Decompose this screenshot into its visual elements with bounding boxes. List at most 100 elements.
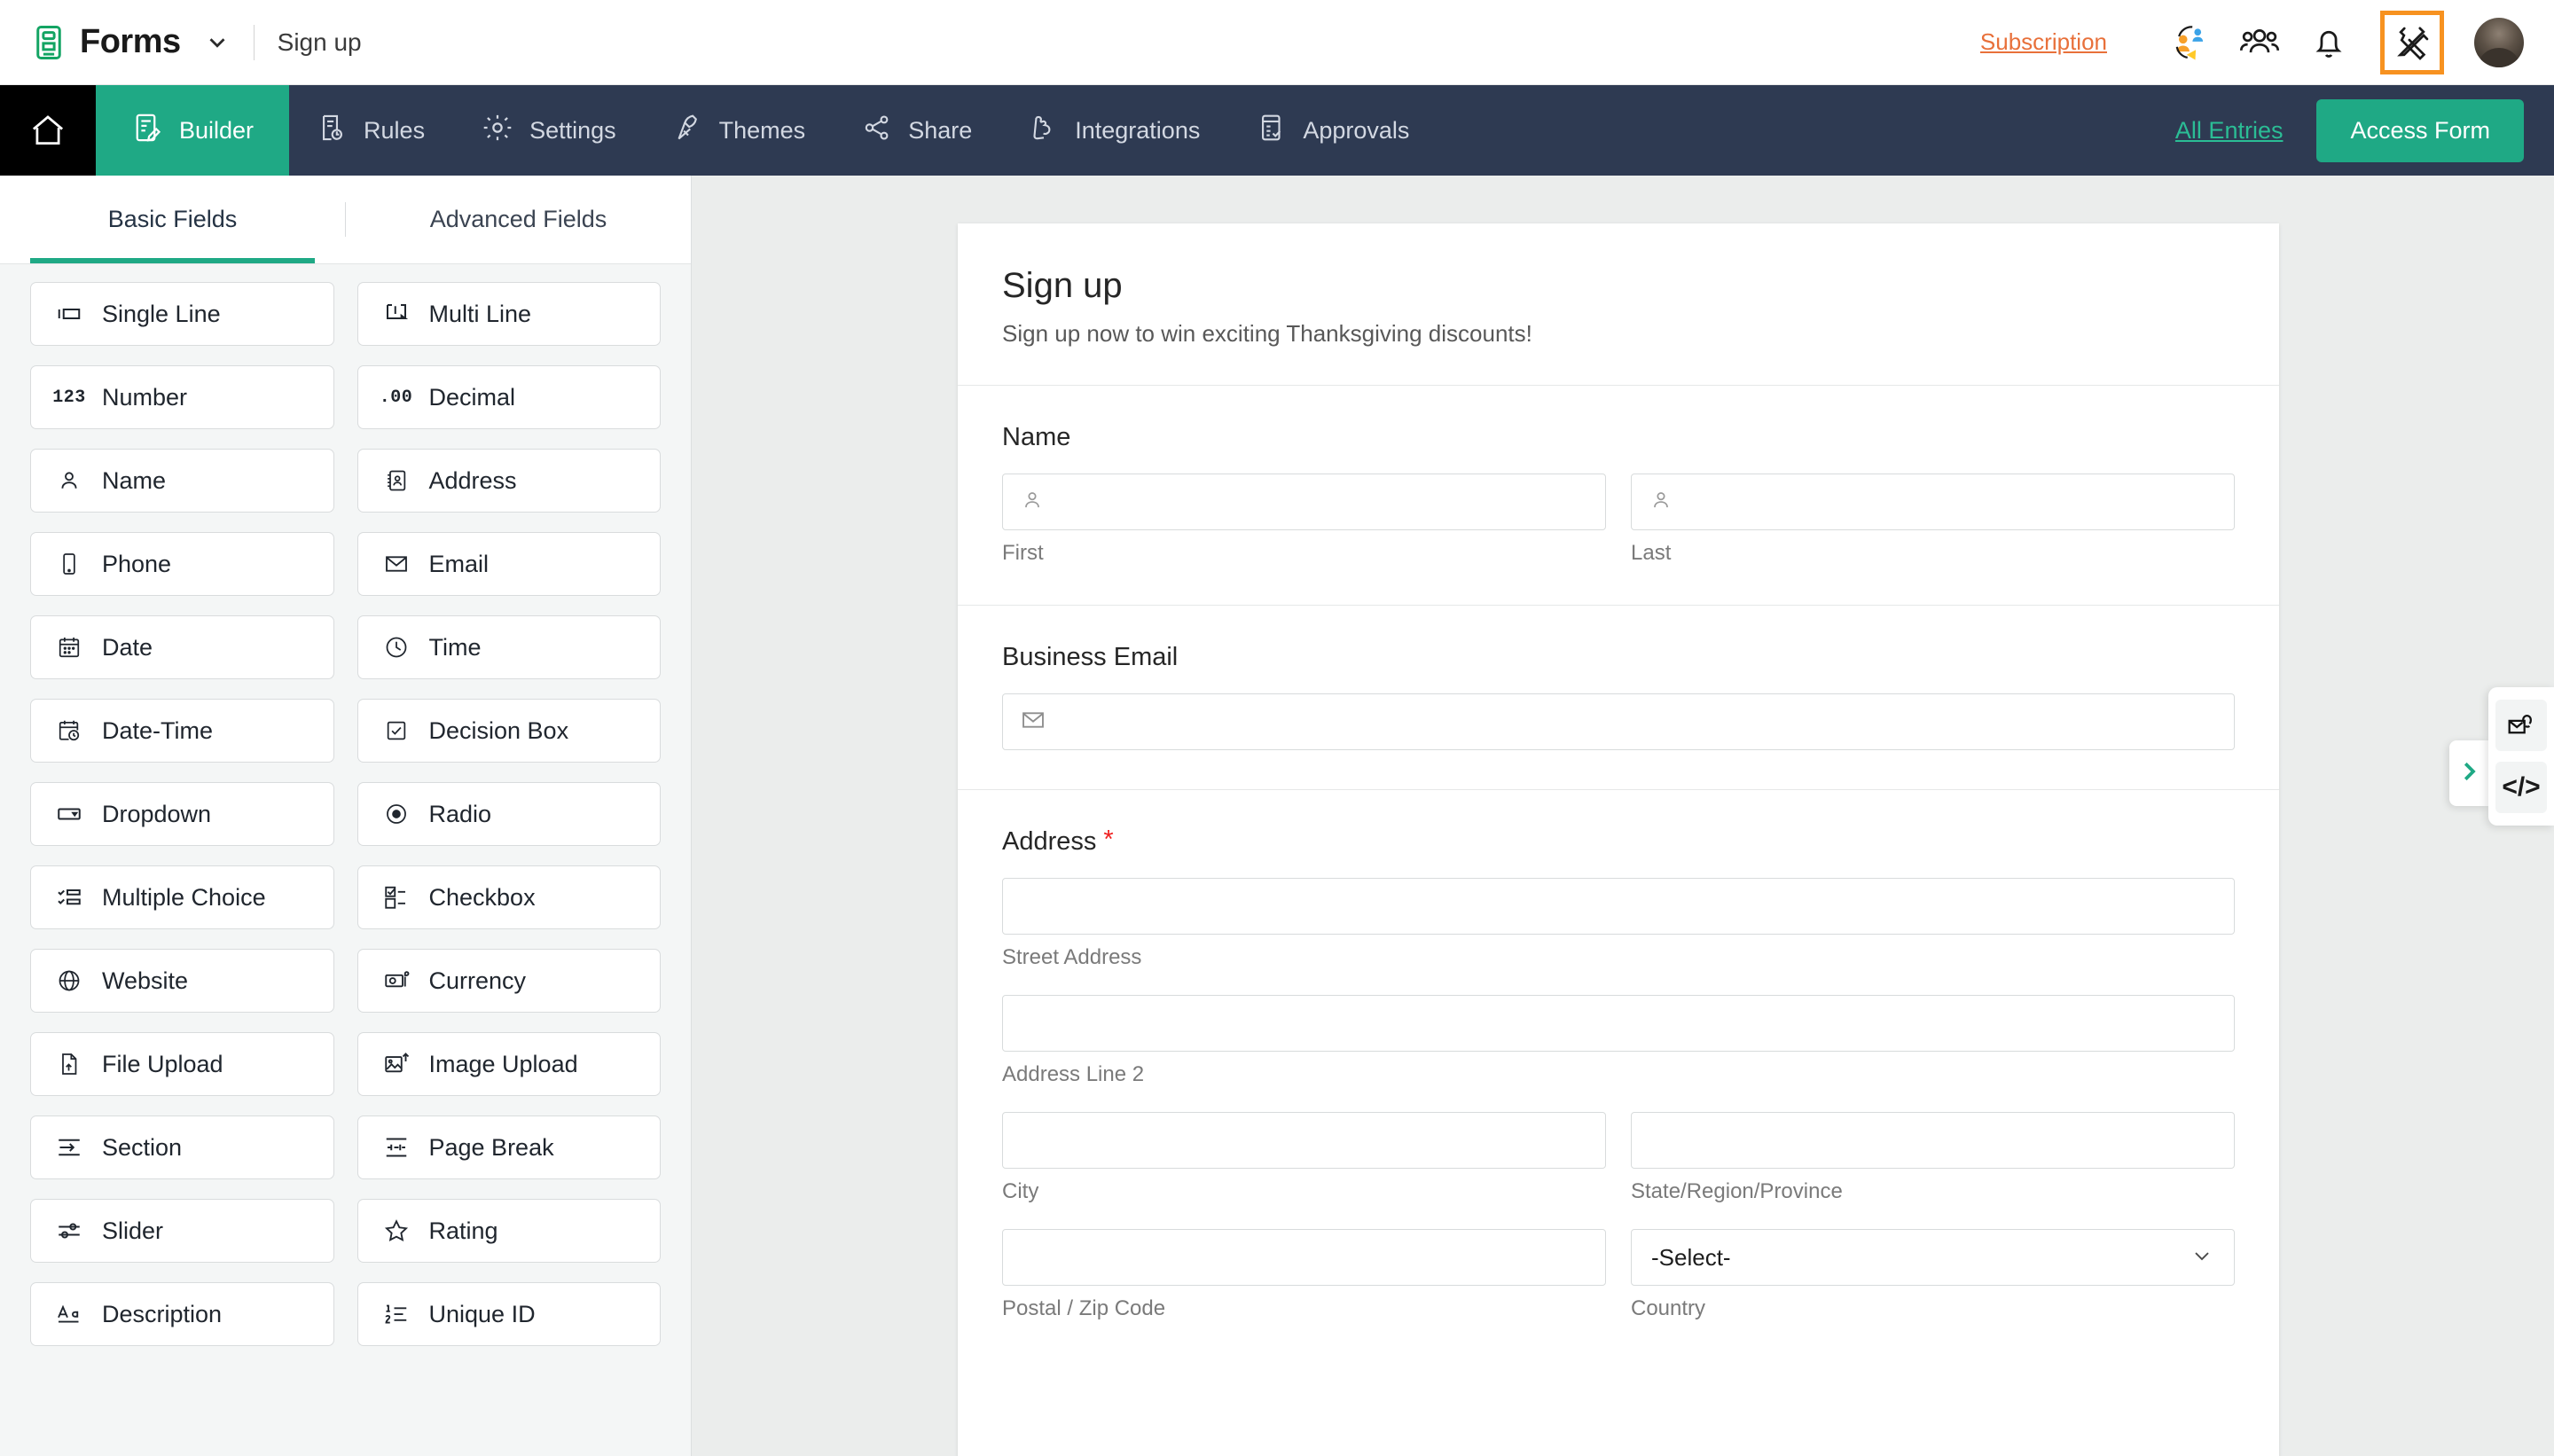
address-line-2-input[interactable] bbox=[1002, 995, 2235, 1052]
brand[interactable]: Forms bbox=[30, 23, 231, 61]
chevron-right-icon bbox=[2456, 758, 2482, 789]
page-break-icon bbox=[381, 1132, 411, 1162]
avatar[interactable] bbox=[2474, 17, 2524, 67]
field-button-section[interactable]: Section bbox=[30, 1115, 334, 1179]
nav-label: Share bbox=[908, 116, 973, 144]
user-transfer-icon[interactable] bbox=[2166, 18, 2215, 67]
nav-item-themes[interactable]: Themes bbox=[645, 85, 834, 176]
nav-label: Settings bbox=[529, 116, 616, 144]
access-form-button[interactable]: Access Form bbox=[2316, 98, 2524, 162]
tab-label: Basic Fields bbox=[107, 206, 238, 232]
business-email-input[interactable] bbox=[1002, 693, 2235, 750]
dropdown-icon bbox=[54, 799, 84, 829]
field-button-email[interactable]: Email bbox=[356, 532, 661, 596]
nav-item-rules[interactable]: Rules bbox=[289, 85, 453, 176]
field-button-number[interactable]: 123 Number bbox=[30, 365, 334, 429]
tab-advanced-fields[interactable]: Advanced Fields bbox=[346, 176, 691, 263]
email-notification-icon[interactable] bbox=[2495, 700, 2547, 751]
field-button-description[interactable]: Description bbox=[30, 1282, 334, 1346]
code-embed-icon[interactable]: </> bbox=[2495, 762, 2547, 813]
state-input[interactable] bbox=[1631, 1112, 2235, 1169]
country-selected-value: -Select- bbox=[1651, 1243, 1731, 1271]
city-input[interactable] bbox=[1002, 1112, 1606, 1169]
field-button-name[interactable]: Name bbox=[30, 449, 334, 513]
last-name-input[interactable] bbox=[1631, 474, 2235, 530]
field-button-radio[interactable]: Radio bbox=[356, 782, 661, 846]
nav-item-integrations[interactable]: Integrations bbox=[1000, 85, 1228, 176]
field-button-multi-line[interactable]: Multi Line bbox=[356, 282, 661, 346]
field-button-time[interactable]: Time bbox=[356, 615, 661, 679]
street-address-group: Street Address bbox=[1002, 878, 2235, 970]
field-button-website[interactable]: Website bbox=[30, 949, 334, 1013]
nav-item-share[interactable]: Share bbox=[834, 85, 1000, 176]
field-button-image-upload[interactable]: Image Upload bbox=[356, 1032, 661, 1096]
field-label: Website bbox=[102, 967, 189, 994]
field-button-date[interactable]: Date bbox=[30, 615, 334, 679]
field-button-decimal[interactable]: .00 Decimal bbox=[356, 365, 661, 429]
field-label: Address bbox=[428, 466, 517, 494]
field-button-single-line[interactable]: Single Line bbox=[30, 282, 334, 346]
field-label: Section bbox=[102, 1133, 183, 1161]
form-field-address[interactable]: Address * Street Address Address Line 2 … bbox=[958, 790, 2279, 1360]
sublabel-country: Country bbox=[1631, 1296, 1706, 1320]
country-select[interactable]: -Select- bbox=[1631, 1229, 2235, 1286]
field-button-checkbox[interactable]: Checkbox bbox=[356, 865, 661, 929]
field-button-unique-id[interactable]: Unique ID bbox=[356, 1282, 661, 1346]
field-label: Decimal bbox=[428, 383, 516, 411]
field-button-rating[interactable]: Rating bbox=[356, 1199, 661, 1263]
address-book-icon bbox=[381, 466, 411, 496]
approvals-checklist-icon bbox=[1257, 113, 1287, 149]
nav-label: Approvals bbox=[1303, 116, 1410, 144]
home-icon[interactable] bbox=[0, 85, 96, 176]
subscription-link[interactable]: Subscription bbox=[1980, 28, 2107, 56]
fields-sidebar: Basic Fields Advanced Fields Single Line… bbox=[0, 176, 692, 1456]
street-address-input[interactable] bbox=[1002, 878, 2235, 935]
postal-code-input[interactable] bbox=[1002, 1229, 1606, 1286]
nav-item-approvals[interactable]: Approvals bbox=[1228, 85, 1438, 176]
nav-label: Builder bbox=[179, 116, 255, 144]
nav-item-settings[interactable]: Settings bbox=[453, 85, 645, 176]
form-field-name[interactable]: Name First Last bbox=[958, 386, 2279, 606]
field-button-slider[interactable]: Slider bbox=[30, 1199, 334, 1263]
form-canvas: Sign up Sign up now to win exciting Than… bbox=[692, 176, 2554, 1456]
field-button-currency[interactable]: Currency bbox=[356, 949, 661, 1013]
field-button-dropdown[interactable]: Dropdown bbox=[30, 782, 334, 846]
field-button-multiple-choice[interactable]: Multiple Choice bbox=[30, 865, 334, 929]
field-button-date-time[interactable]: Date-Time bbox=[30, 699, 334, 763]
bell-notification-icon[interactable] bbox=[2304, 18, 2354, 67]
field-label: Phone bbox=[102, 550, 172, 577]
number-123-icon: 123 bbox=[52, 387, 86, 408]
code-embed-glyph: </> bbox=[2502, 772, 2541, 802]
sublabel-street: Street Address bbox=[1002, 945, 1142, 969]
tab-basic-fields[interactable]: Basic Fields bbox=[0, 176, 345, 263]
multi-line-icon bbox=[381, 299, 411, 329]
field-label: Page Break bbox=[428, 1133, 554, 1161]
field-button-decision-box[interactable]: Decision Box bbox=[356, 699, 661, 763]
field-label: Date bbox=[102, 633, 153, 661]
field-label: Multiple Choice bbox=[102, 883, 266, 911]
slider-icon bbox=[54, 1216, 84, 1246]
country-group: -Select- Country bbox=[1631, 1229, 2235, 1321]
form-field-business-email[interactable]: Business Email bbox=[958, 606, 2279, 790]
first-name-input[interactable] bbox=[1002, 474, 1606, 530]
city-group: City bbox=[1002, 1112, 1606, 1204]
field-button-file-upload[interactable]: File Upload bbox=[30, 1032, 334, 1096]
envelope-icon bbox=[381, 549, 411, 579]
clock-icon bbox=[381, 632, 411, 662]
address-line-2-group: Address Line 2 bbox=[1002, 995, 2235, 1087]
field-button-phone[interactable]: Phone bbox=[30, 532, 334, 596]
field-button-address[interactable]: Address bbox=[356, 449, 661, 513]
field-label: Dropdown bbox=[102, 800, 212, 827]
label-text: Business Email bbox=[1002, 643, 1179, 671]
tools-wrench-screwdriver-icon[interactable] bbox=[2380, 10, 2444, 74]
team-users-icon[interactable] bbox=[2235, 18, 2284, 67]
nav-label: Integrations bbox=[1075, 116, 1201, 144]
field-button-page-break[interactable]: Page Break bbox=[356, 1115, 661, 1179]
right-dock-toggle[interactable] bbox=[2449, 740, 2488, 806]
sidebar-tabs: Basic Fields Advanced Fields bbox=[0, 176, 691, 264]
nav-item-builder[interactable]: Builder bbox=[96, 85, 290, 176]
chevron-down-icon[interactable] bbox=[204, 29, 231, 56]
all-entries-link[interactable]: All Entries bbox=[2175, 117, 2284, 145]
rules-icon bbox=[317, 113, 348, 149]
nav-label: Themes bbox=[718, 116, 806, 144]
